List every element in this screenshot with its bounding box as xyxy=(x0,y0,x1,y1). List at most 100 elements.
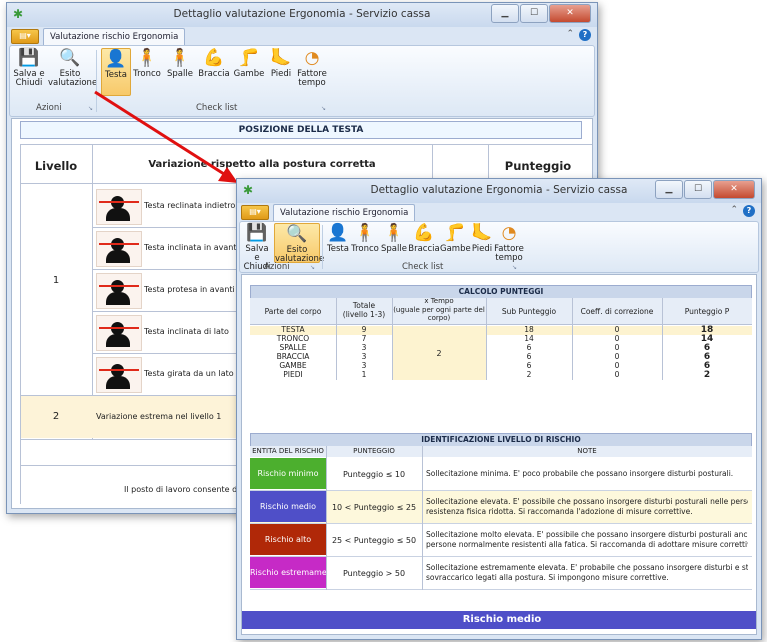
calc-cell-sub: 6 xyxy=(526,361,532,370)
feet-posture-icon: 🦶 xyxy=(270,48,292,68)
fattore-tempo-button[interactable]: ◔ Fattore tempo xyxy=(295,48,329,88)
back-titlebar[interactable]: ✱ Dettaglio valutazione Ergonomia - Serv… xyxy=(7,3,597,27)
section-title: POSIZIONE DELLA TESTA xyxy=(20,121,582,139)
head-posture-figure xyxy=(96,357,142,393)
calc-cell-coeff: 0 xyxy=(614,325,620,334)
risk-note: Sollecitazione estremamente elevata. E' … xyxy=(426,563,748,572)
maximize-button[interactable]: ☐ xyxy=(520,4,548,23)
checklist-piedi-button[interactable]: 🦶 Piedi xyxy=(470,223,494,254)
calc-cell-sub: 6 xyxy=(526,343,532,352)
calc-cell-totale: 3 xyxy=(361,352,367,361)
result-label: Rischio medio xyxy=(462,614,542,625)
close-button[interactable]: ✕ xyxy=(713,180,755,199)
checklist-testa-button[interactable]: 👤 Testa xyxy=(326,223,350,254)
risk-score-range: Punteggio ≤ 10 xyxy=(342,470,406,479)
calc-cell-totale: 9 xyxy=(361,325,367,334)
dialog-launcher-icon[interactable]: ↘ xyxy=(88,105,93,112)
collapse-ribbon-icon[interactable]: ⌃ xyxy=(566,29,574,41)
checklist-piedi-button[interactable]: 🦶 Piedi xyxy=(267,48,295,79)
tab-valutazione[interactable]: Valutazione rischio Ergonomia xyxy=(273,204,416,221)
save-icon: 💾 xyxy=(246,223,268,243)
calc-cell-coeff: 0 xyxy=(614,352,620,361)
maximize-button[interactable]: ☐ xyxy=(684,180,712,199)
legs-posture-icon: 🦵 xyxy=(238,48,260,68)
minimize-button[interactable]: ▁ xyxy=(655,180,683,199)
risk-note: persone normalmente resistenti alla fati… xyxy=(426,540,748,549)
head-posture-figure xyxy=(96,189,142,225)
checklist-spalle-button[interactable]: 🧍 Spalle xyxy=(380,223,408,254)
calc-header-punteggio-p: Punteggio P xyxy=(684,307,730,316)
esito-valutazione-button[interactable]: 🔍 Esito valutazione xyxy=(274,223,324,264)
checklist-spalle-button[interactable]: 🧍 Spalle xyxy=(165,48,195,79)
front-titlebar[interactable]: ✱ Dettaglio valutazione Ergonomia - Serv… xyxy=(237,179,761,203)
risk-score-range: 25 < Punteggio ≤ 50 xyxy=(331,536,417,545)
magnifier-document-icon: 🔍 xyxy=(59,48,81,68)
head-posture-figure xyxy=(96,231,142,267)
level-1-value: 1 xyxy=(52,275,60,286)
collapse-ribbon-icon[interactable]: ⌃ xyxy=(730,205,738,217)
risk-note: Sollecitazione elevata. E' possibile che… xyxy=(426,497,748,506)
calc-cell-totale: 1 xyxy=(361,370,367,379)
head-posture-icon: 👤 xyxy=(105,49,127,69)
column-header-punteggio: Punteggio xyxy=(504,159,572,173)
file-menu-button[interactable]: ▤▾ xyxy=(241,205,269,220)
dialog-launcher-icon[interactable]: ↘ xyxy=(310,264,315,271)
risk-note: sovraccarico legati alla postura. Si imp… xyxy=(426,573,669,582)
front-window: ✱ Dettaglio valutazione Ergonomia - Serv… xyxy=(236,178,762,640)
checklist-braccia-button[interactable]: 💪 Braccia xyxy=(197,48,231,79)
legs-posture-icon: 🦵 xyxy=(444,223,466,243)
calc-cell-coeff: 0 xyxy=(614,361,620,370)
checklist-testa-button[interactable]: 👤 Testa xyxy=(101,48,131,96)
minimize-button[interactable]: ▁ xyxy=(491,4,519,23)
calc-cell-parte: TESTA xyxy=(281,325,305,334)
checklist-braccia-button[interactable]: 💪 Braccia xyxy=(408,223,440,254)
dialog-launcher-icon[interactable]: ↘ xyxy=(512,264,517,271)
checklist-gambe-button[interactable]: 🦵 Gambe xyxy=(440,223,471,254)
column-header-livello: Livello xyxy=(34,159,78,173)
group-label-azioni: Azioni xyxy=(36,103,62,113)
magnifier-document-icon: 🔍 xyxy=(286,224,308,244)
posture-row: Testa protesa in avanti xyxy=(144,285,235,294)
help-icon[interactable]: ? xyxy=(743,205,755,217)
calc-cell-parte: SPALLE xyxy=(279,343,307,352)
feet-posture-icon: 🦶 xyxy=(471,223,493,243)
head-posture-figure xyxy=(96,273,142,309)
level-2-description: Variazione estrema nel livello 1 xyxy=(96,412,222,421)
calc-header-coeff: Coeff. di correzione xyxy=(580,307,654,316)
file-menu-button[interactable]: ▤▾ xyxy=(11,29,39,44)
risk-header-punteggio: PUNTEGGIO xyxy=(353,447,395,455)
calc-cell-sub: 14 xyxy=(524,334,534,343)
calc-cell-parte: BRACCIA xyxy=(276,352,310,361)
risk-header-note: NOTE xyxy=(577,447,597,455)
risk-header-entita: ENTITA DEL RISCHIO xyxy=(252,447,324,455)
calc-header-totale: Totale (livello 1-3) xyxy=(342,301,386,319)
calc-cell-coeff: 0 xyxy=(614,334,620,343)
calc-cell-totale: 3 xyxy=(361,343,367,352)
risk-note: Sollecitazione minima. E' poco probabile… xyxy=(426,469,734,478)
calc-cell-parte: GAMBE xyxy=(279,361,307,370)
checklist-tronco-button[interactable]: 🧍 Tronco xyxy=(131,48,163,79)
calc-cell-totale: 3 xyxy=(361,361,367,370)
tab-valutazione[interactable]: Valutazione rischio Ergonomia xyxy=(43,28,186,45)
trunk-posture-icon: 🧍 xyxy=(354,223,376,243)
calc-cell-sub: 18 xyxy=(524,325,534,334)
column-header-variazione: Variazione rispetto alla postura corrett… xyxy=(148,159,376,170)
group-label-checklist: Check list xyxy=(196,103,238,113)
fattore-tempo-button[interactable]: ◔ Fattore tempo xyxy=(494,223,524,263)
group-label-azioni: Azioni xyxy=(264,262,290,272)
posture-row: Testa reclinata indietro, d xyxy=(144,201,246,210)
group-label-checklist: Check list xyxy=(402,262,444,272)
dialog-launcher-icon[interactable]: ↘ xyxy=(321,105,326,112)
front-ribbon: 💾 Salva e Chiudi 🔍 Esito valutazione Azion… xyxy=(239,221,759,273)
calc-cell-parte: TRONCO xyxy=(276,334,310,343)
head-posture-icon: 👤 xyxy=(327,223,349,243)
save-close-button[interactable]: 💾 Salva e Chiudi xyxy=(12,48,46,88)
checklist-gambe-button[interactable]: 🦵 Gambe xyxy=(232,48,266,79)
esito-valutazione-button[interactable]: 🔍 Esito valutazione xyxy=(48,48,97,88)
save-icon: 💾 xyxy=(18,48,40,68)
close-button[interactable]: ✕ xyxy=(549,4,591,23)
checklist-tronco-button[interactable]: 🧍 Tronco xyxy=(350,223,380,254)
posture-row: Testa inclinata di lato xyxy=(144,327,229,336)
back-ribbon: 💾 Salva e Chiudi 🔍 Esito valutazione Azion… xyxy=(9,45,595,117)
help-icon[interactable]: ? xyxy=(579,29,591,41)
